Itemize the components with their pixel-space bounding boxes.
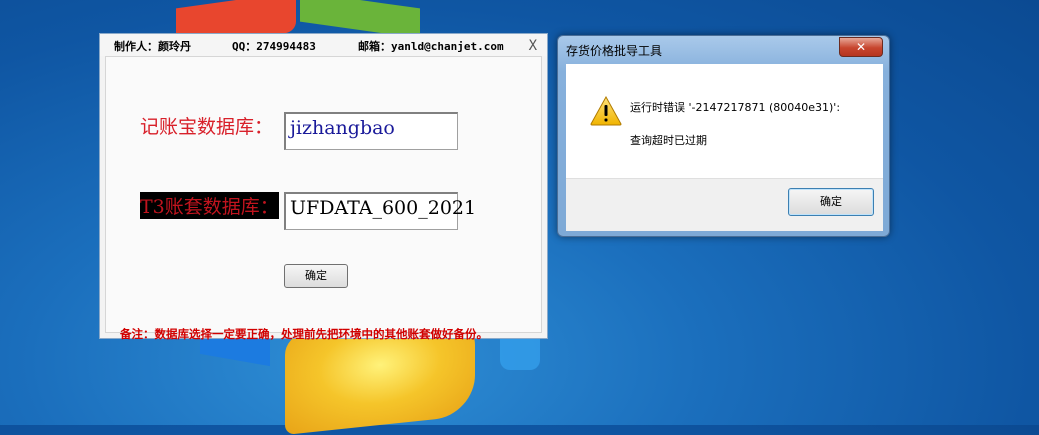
error-dialog-title: 存货价格批导工具 — [566, 44, 663, 58]
t3-db-label: T3账套数据库： — [140, 192, 279, 219]
main-window: 制作人：颜玲丹 QQ：274994483 邮箱：yanld@chanjet.co… — [99, 33, 548, 341]
close-icon[interactable]: ✕ — [839, 37, 883, 57]
jizhangbao-db-input[interactable]: jizhangbao — [284, 112, 458, 150]
email-label: 邮箱：yanld@chanjet.com — [358, 40, 504, 53]
error-detail: 查询超时已过期 — [630, 134, 707, 147]
note-text: 备注：数据库选择一定要正确，处理前先把环境中的其他账套做好备份。 — [120, 327, 488, 341]
main-window-titlebar: 制作人：颜玲丹 QQ：274994483 邮箱：yanld@chanjet.co… — [100, 34, 547, 56]
main-window-client: 记账宝数据库： jizhangbao T3账套数据库： UFDATA_600_2… — [105, 56, 542, 341]
close-icon[interactable]: X — [529, 38, 537, 54]
error-dialog: 存货价格批导工具 ✕ 运行时错误 '-2147217871 (80040e31)… — [557, 35, 890, 237]
qq-label: QQ：274994483 — [232, 40, 316, 53]
error-message: 运行时错误 '-2147217871 (80040e31)': — [630, 101, 841, 114]
error-dialog-body: 运行时错误 '-2147217871 (80040e31)': 查询超时已过期 — [566, 64, 883, 178]
error-ok-button[interactable]: 确定 — [788, 188, 874, 216]
author-label: 制作人：颜玲丹 — [114, 40, 191, 53]
error-dialog-footer: 确定 — [566, 178, 883, 231]
jizhangbao-db-label: 记账宝数据库： — [140, 116, 274, 138]
t3-db-input[interactable]: UFDATA_600_2021 — [284, 192, 476, 230]
confirm-button[interactable]: 确定 — [284, 264, 348, 288]
warning-icon — [590, 96, 622, 126]
